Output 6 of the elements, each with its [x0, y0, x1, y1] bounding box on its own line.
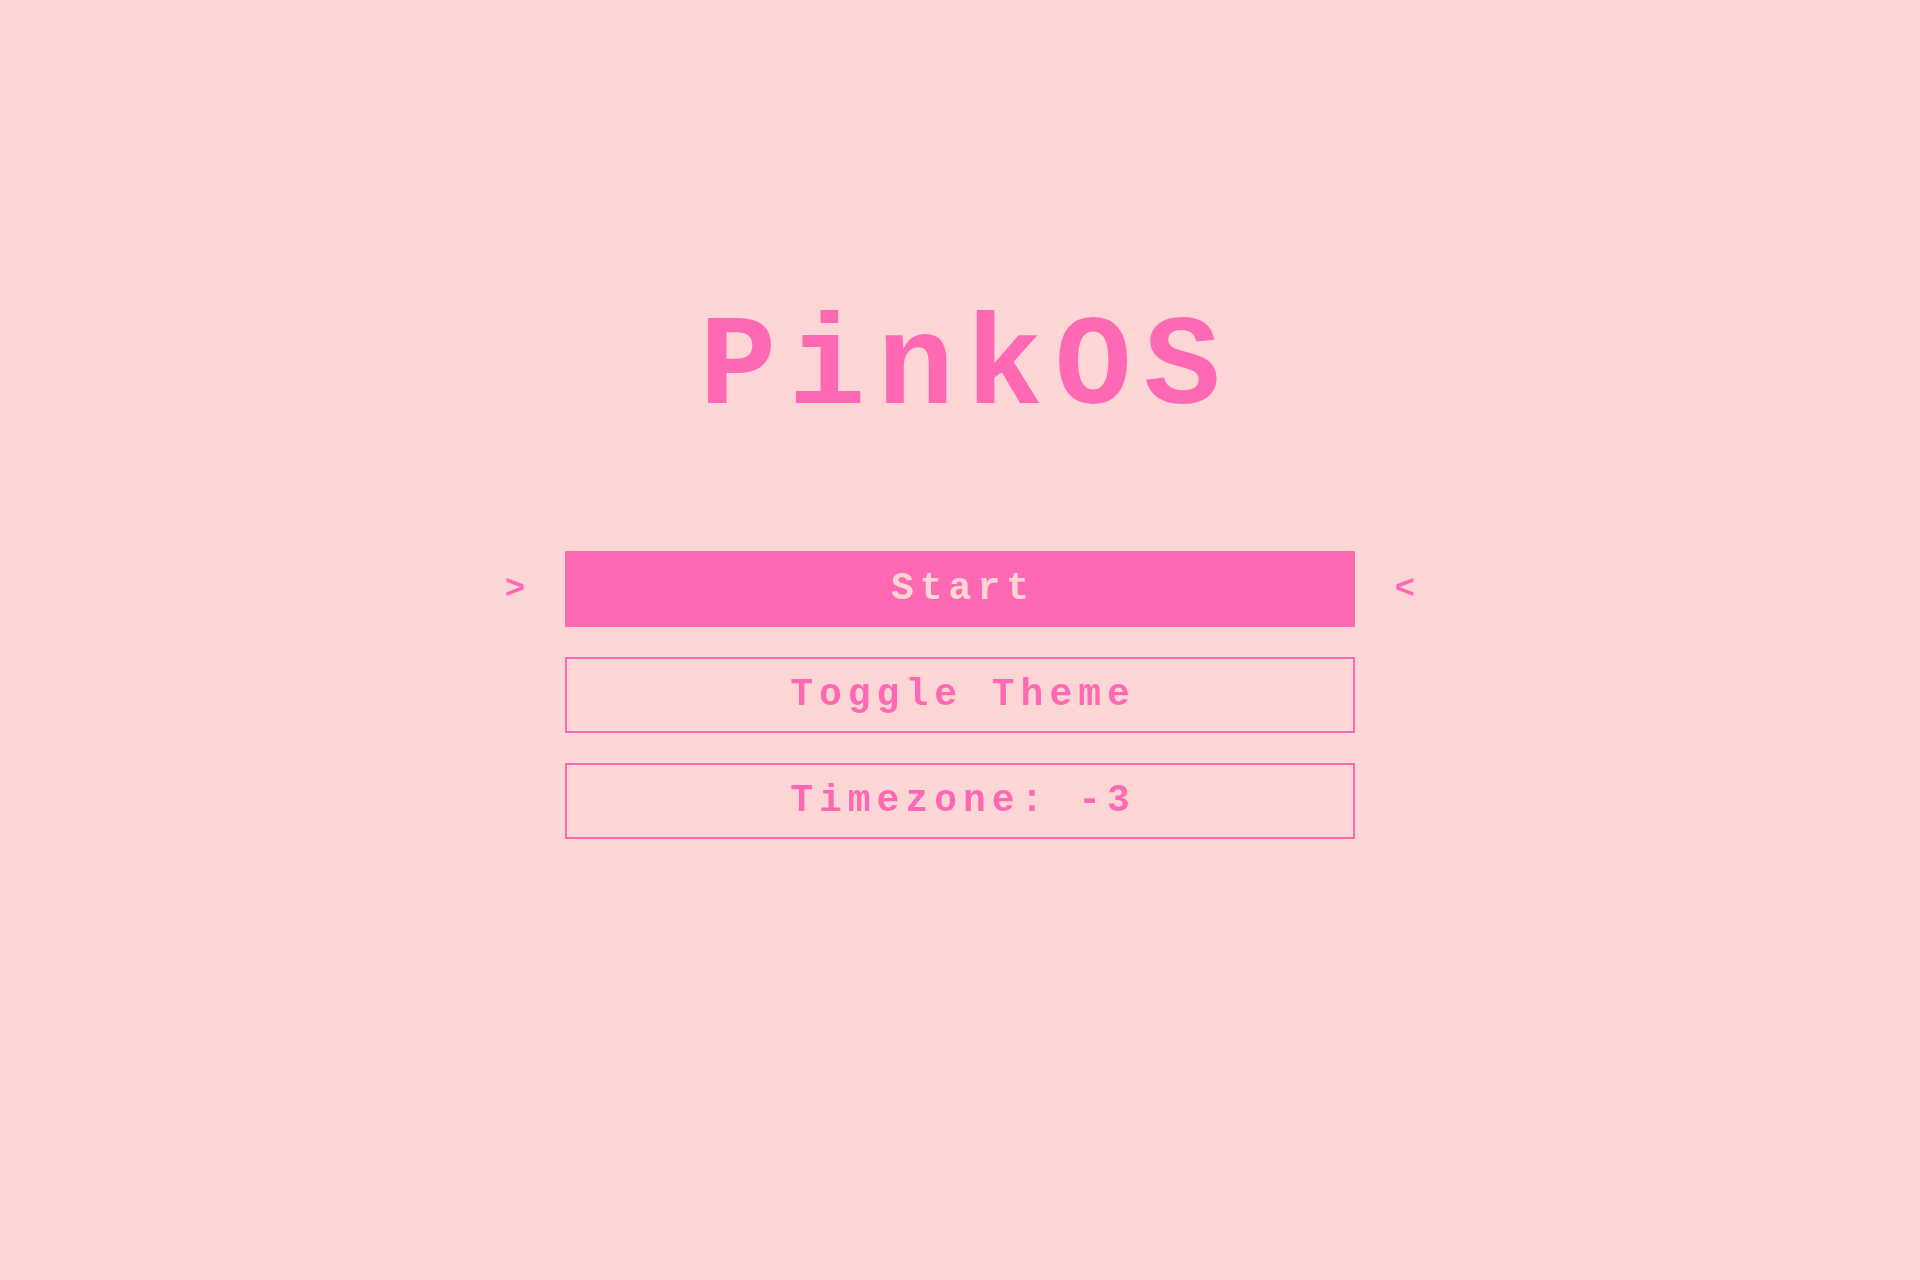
app-title: PinkOS	[698, 305, 1233, 433]
menu-button[interactable]: Start	[565, 551, 1355, 627]
selection-cursor: >	[504, 572, 526, 606]
selection-cursor: <	[1394, 572, 1416, 606]
menu-button[interactable]: Timezone: -3	[565, 763, 1355, 839]
menu-button[interactable]: Toggle Theme	[565, 657, 1355, 733]
